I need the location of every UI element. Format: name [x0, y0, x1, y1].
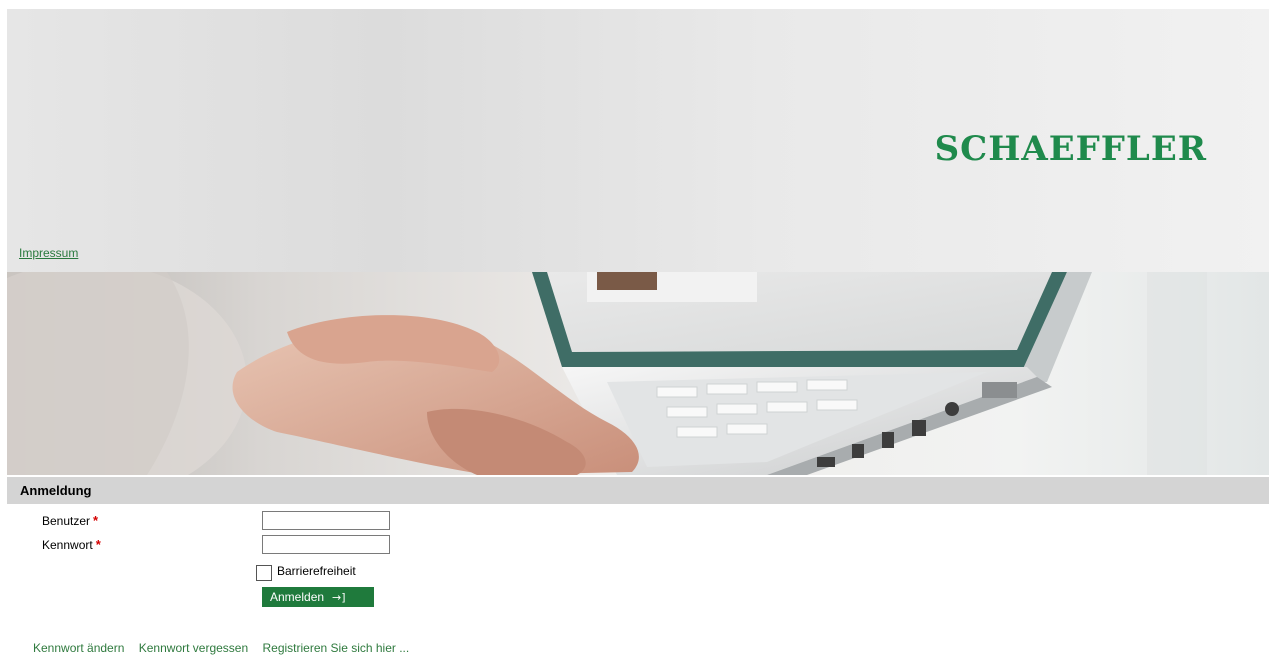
hero-banner-image: [7, 272, 1269, 475]
required-marker: *: [93, 513, 99, 528]
login-arrow-icon: →]: [332, 591, 346, 604]
forgot-password-link[interactable]: Kennwort vergessen: [139, 641, 248, 655]
accessibility-label: Barrierefreiheit: [277, 564, 356, 578]
username-label-text: Benutzer: [42, 514, 91, 528]
schaeffler-logo: SCHAEFFLER: [934, 129, 1207, 169]
required-marker: *: [95, 537, 101, 552]
footer-links: Kennwort ändern Kennwort vergessen Regis…: [33, 641, 420, 655]
login-section-header: Anmeldung: [7, 477, 1269, 504]
impressum-link[interactable]: Impressum: [19, 246, 78, 260]
page-header: SCHAEFFLER Impressum: [7, 9, 1269, 272]
password-label: Kennwort *: [42, 537, 101, 552]
accessibility-checkbox[interactable]: [256, 565, 272, 581]
register-link[interactable]: Registrieren Sie sich hier ...: [263, 641, 410, 655]
username-label: Benutzer *: [42, 513, 98, 528]
username-input[interactable]: [262, 511, 390, 530]
login-button-label: Anmelden: [270, 590, 325, 604]
password-label-text: Kennwort: [42, 538, 93, 552]
password-input[interactable]: [262, 535, 390, 554]
change-password-link[interactable]: Kennwort ändern: [33, 641, 124, 655]
login-section-title: Anmeldung: [20, 483, 92, 498]
login-button[interactable]: Anmelden →]: [262, 587, 374, 607]
